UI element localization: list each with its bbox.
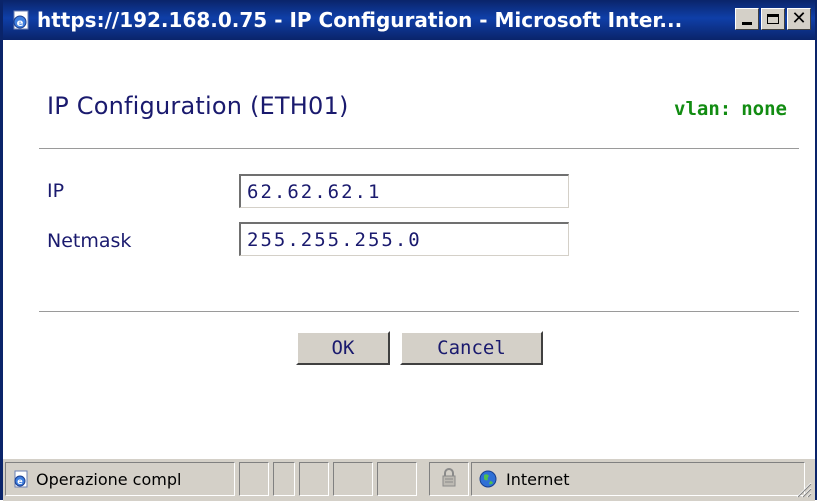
- zone-panel: Internet: [471, 462, 805, 496]
- status-panel: [299, 462, 329, 496]
- globe-icon: [478, 469, 498, 489]
- divider-bottom: [39, 311, 799, 313]
- window-controls: ✕: [735, 8, 811, 30]
- zone-label: Internet: [506, 469, 570, 489]
- status-text: Operazione compl: [36, 469, 182, 489]
- close-icon: ✕: [791, 8, 807, 29]
- ip-input[interactable]: [239, 174, 569, 208]
- svg-text:e: e: [17, 477, 23, 486]
- vlan-status: vlan: none: [674, 98, 787, 120]
- status-panel: [273, 462, 295, 496]
- minimize-icon: [742, 21, 752, 25]
- divider-top: [39, 148, 799, 150]
- status-bar: e Operazione compl Internet: [3, 458, 815, 501]
- window-title: https://192.168.0.75 - IP Configuration …: [37, 8, 683, 32]
- status-panel: [333, 462, 373, 496]
- resize-grip-icon[interactable]: [791, 477, 813, 499]
- security-panel: [429, 462, 469, 496]
- netmask-input[interactable]: [239, 222, 569, 256]
- ie-page-icon: e: [11, 10, 31, 30]
- vlan-value: none: [741, 98, 787, 120]
- status-text-panel: e Operazione compl: [5, 462, 235, 496]
- lock-icon: [441, 467, 457, 492]
- page-title: IP Configuration (ETH01): [47, 92, 349, 120]
- status-panel: [377, 462, 417, 496]
- maximize-button[interactable]: [761, 8, 785, 30]
- netmask-label: Netmask: [47, 230, 132, 252]
- svg-text:e: e: [17, 18, 24, 29]
- title-bar[interactable]: e https://192.168.0.75 - IP Configuratio…: [3, 0, 815, 40]
- ip-label: IP: [47, 180, 65, 202]
- ie-page-icon: e: [12, 470, 30, 488]
- status-panel: [239, 462, 269, 496]
- minimize-button[interactable]: [735, 8, 759, 30]
- cancel-button[interactable]: Cancel: [400, 331, 543, 365]
- maximize-icon: [767, 14, 779, 24]
- popup-window: e https://192.168.0.75 - IP Configuratio…: [0, 0, 817, 501]
- close-button[interactable]: ✕: [787, 8, 811, 30]
- vlan-label: vlan:: [674, 98, 732, 120]
- ok-button[interactable]: OK: [296, 331, 390, 365]
